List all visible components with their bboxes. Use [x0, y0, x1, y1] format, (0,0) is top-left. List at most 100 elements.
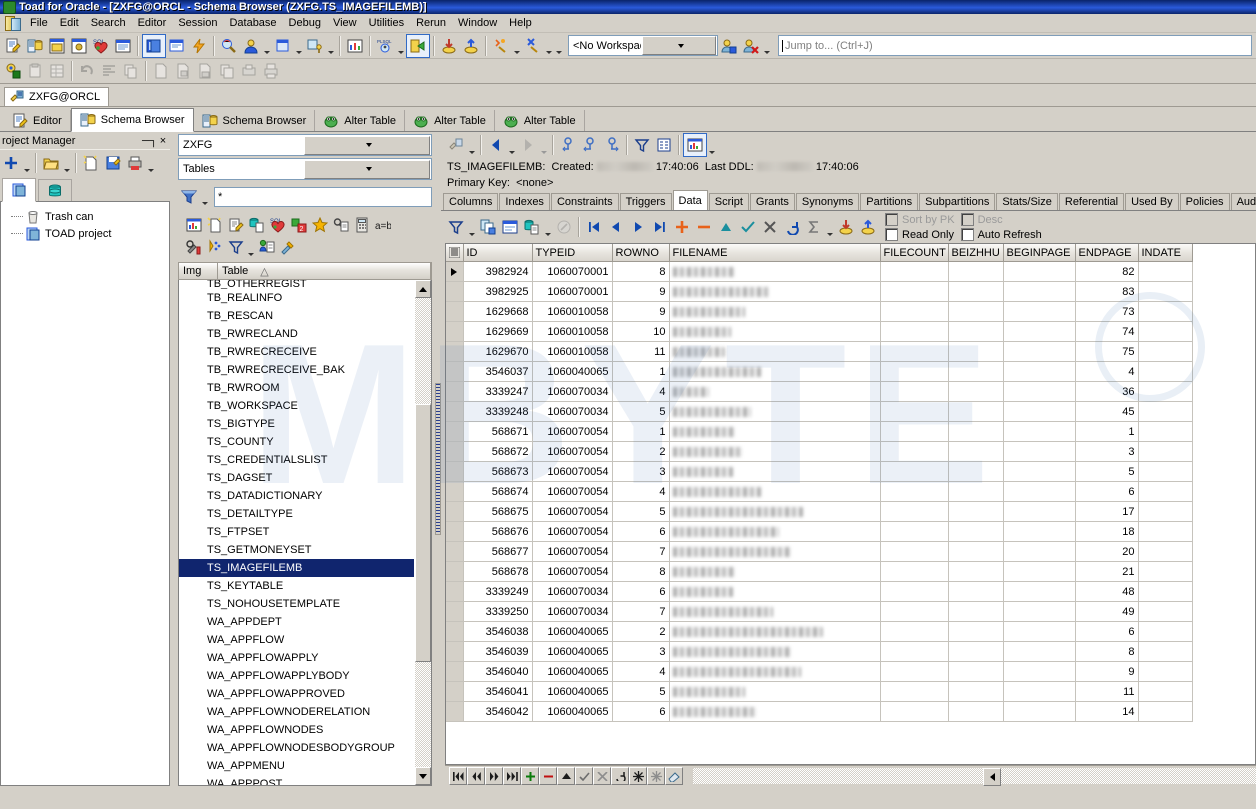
- grid-filter-dropdown-arrow[interactable]: [467, 214, 477, 241]
- add-item-dropdown-arrow[interactable]: [22, 150, 32, 177]
- cell-endpage[interactable]: 82: [1075, 262, 1138, 282]
- cell-rowno[interactable]: 5: [612, 682, 669, 702]
- cell-beginpage[interactable]: [1003, 262, 1075, 282]
- refresh-object-icon[interactable]: [445, 134, 467, 156]
- menu-session[interactable]: Session: [172, 15, 223, 31]
- cell-filename[interactable]: [669, 702, 880, 722]
- cell-rowno[interactable]: 5: [612, 502, 669, 522]
- list-item[interactable]: WA_APPFLOWAPPLY: [179, 649, 414, 667]
- menu-file[interactable]: File: [24, 15, 54, 31]
- filter-data-icon[interactable]: [225, 236, 246, 258]
- option-sort-by-pk[interactable]: Sort by PK: [885, 212, 955, 227]
- cell-endpage[interactable]: 36: [1075, 382, 1138, 402]
- read-only-checkbox[interactable]: [885, 228, 898, 241]
- cell-filename[interactable]: [669, 322, 880, 342]
- cell-endpage[interactable]: 11: [1075, 682, 1138, 702]
- cell-filecount[interactable]: [880, 282, 948, 302]
- cell-beizhhu[interactable]: [948, 502, 1003, 522]
- tab-script[interactable]: Script: [709, 193, 749, 210]
- nav-erase[interactable]: [665, 767, 683, 785]
- table-row[interactable]: 35460421060040065614: [446, 702, 1192, 722]
- save-workspace-icon[interactable]: [718, 35, 740, 57]
- tab-schema-browser-1[interactable]: Schema Browser: [71, 108, 194, 132]
- column-header-filecount[interactable]: FILECOUNT: [880, 244, 948, 262]
- drop-table-icon[interactable]: [277, 236, 298, 258]
- tab-columns[interactable]: Columns: [443, 193, 498, 210]
- cell-rowno[interactable]: 7: [612, 602, 669, 622]
- create-table-icon[interactable]: [204, 214, 225, 236]
- list-item[interactable]: TS_BIGTYPE: [179, 415, 414, 433]
- cell-rowno[interactable]: 4: [612, 482, 669, 502]
- cell-rowno[interactable]: 1: [612, 422, 669, 442]
- menu-rerun[interactable]: Rerun: [410, 15, 452, 31]
- cell-filecount[interactable]: [880, 522, 948, 542]
- grid-export-dropdown-arrow[interactable]: [543, 214, 553, 241]
- list-item[interactable]: WA_APPFLOWNODES: [179, 721, 414, 739]
- cell-indate[interactable]: [1138, 622, 1192, 642]
- link-right-icon[interactable]: [601, 134, 623, 156]
- cell-filecount[interactable]: [880, 582, 948, 602]
- cell-filecount[interactable]: [880, 462, 948, 482]
- cell-filename[interactable]: [669, 422, 880, 442]
- menu-utilities[interactable]: Utilities: [363, 15, 410, 31]
- list-item[interactable]: TB_WORKSPACE: [179, 397, 414, 415]
- menu-edit[interactable]: Edit: [54, 15, 85, 31]
- cell-rowno[interactable]: 5: [612, 402, 669, 422]
- plsql-debugger-icon[interactable]: PLSQL: [374, 35, 396, 57]
- cancel-edit-icon[interactable]: [759, 216, 781, 238]
- row-indicator[interactable]: [446, 302, 463, 322]
- insert-record-icon[interactable]: [671, 216, 693, 238]
- cell-beginpage[interactable]: [1003, 442, 1075, 462]
- auto-refresh-checkbox[interactable]: [961, 228, 974, 241]
- cell-typeid[interactable]: 1060070034: [532, 602, 612, 622]
- add-item-icon[interactable]: [0, 152, 22, 174]
- table-row[interactable]: 3546040106004006549: [446, 662, 1192, 682]
- cell-id[interactable]: 1629670: [463, 342, 532, 362]
- tab-synonyms[interactable]: Synonyms: [796, 193, 859, 210]
- save-project-icon[interactable]: [102, 152, 124, 174]
- cell-filename[interactable]: [669, 642, 880, 662]
- save-file-icon[interactable]: [194, 60, 216, 82]
- forward-icon[interactable]: [517, 134, 539, 156]
- cell-filename[interactable]: [669, 282, 880, 302]
- cell-beizhhu[interactable]: [948, 362, 1003, 382]
- cell-filename[interactable]: [669, 362, 880, 382]
- cell-beginpage[interactable]: [1003, 582, 1075, 602]
- cell-id[interactable]: 3546037: [463, 362, 532, 382]
- cell-endpage[interactable]: 45: [1075, 402, 1138, 422]
- tab-used-by[interactable]: Used By: [1125, 193, 1179, 210]
- column-header-typeid[interactable]: TYPEID: [532, 244, 612, 262]
- column-header-table[interactable]: Table △: [218, 263, 431, 279]
- cell-filename[interactable]: [669, 502, 880, 522]
- cell-beginpage[interactable]: [1003, 602, 1075, 622]
- cell-beginpage[interactable]: [1003, 542, 1075, 562]
- cell-rowno[interactable]: 8: [612, 562, 669, 582]
- print-preview-icon[interactable]: [238, 60, 260, 82]
- list-item[interactable]: TB_RESCAN: [179, 307, 414, 325]
- cell-indate[interactable]: [1138, 422, 1192, 442]
- tab-editor[interactable]: Editor: [4, 110, 71, 131]
- cell-typeid[interactable]: 1060070054: [532, 542, 612, 562]
- cell-indate[interactable]: [1138, 442, 1192, 462]
- cell-beginpage[interactable]: [1003, 322, 1075, 342]
- option-auto-refresh[interactable]: Auto Refresh: [961, 227, 1042, 242]
- table-row[interactable]: 5686781060070054821: [446, 562, 1192, 582]
- privileges-icon[interactable]: [304, 35, 326, 57]
- print-project-icon[interactable]: [124, 152, 146, 174]
- paste-grid-icon[interactable]: [24, 60, 46, 82]
- table-row[interactable]: 35460411060040065511: [446, 682, 1192, 702]
- cell-filename[interactable]: [669, 562, 880, 582]
- workspace-dropdown-button[interactable]: [642, 36, 716, 55]
- cell-endpage[interactable]: 1: [1075, 422, 1138, 442]
- column-header-endpage[interactable]: ENDPAGE: [1075, 244, 1138, 262]
- row-indicator[interactable]: [446, 462, 463, 482]
- chart-icon[interactable]: [344, 35, 366, 57]
- row-indicator-current[interactable]: [446, 262, 463, 282]
- cell-endpage[interactable]: 18: [1075, 522, 1138, 542]
- cell-endpage[interactable]: 6: [1075, 622, 1138, 642]
- cell-id[interactable]: 3982925: [463, 282, 532, 302]
- scroll-up-button[interactable]: [415, 280, 431, 298]
- window-list-dropdown-arrow[interactable]: [294, 32, 304, 59]
- cell-typeid[interactable]: 1060070001: [532, 282, 612, 302]
- cell-typeid[interactable]: 1060070054: [532, 422, 612, 442]
